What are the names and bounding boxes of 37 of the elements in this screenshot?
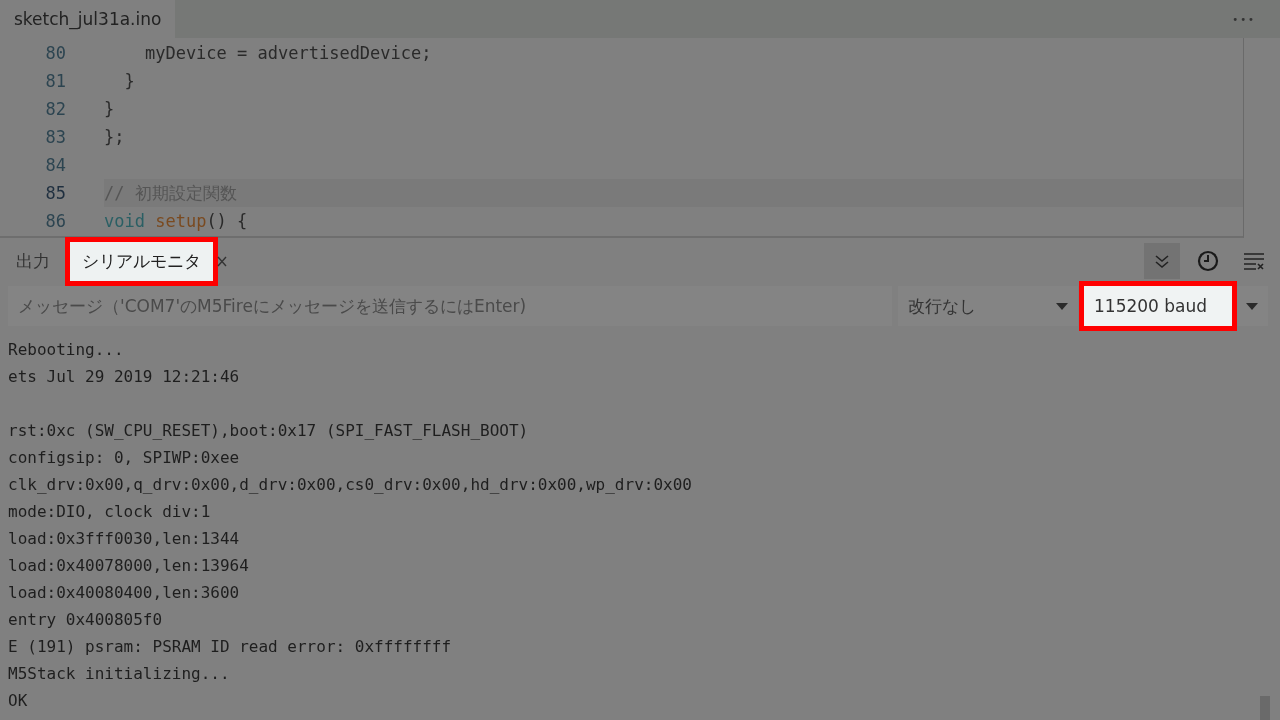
- line-number: 80: [44, 43, 66, 63]
- caret-icon: [1246, 302, 1258, 310]
- clock-icon: [1197, 250, 1219, 272]
- line-number: 81: [44, 71, 66, 91]
- output-line: load:0x40080400,len:3600: [8, 582, 240, 604]
- panel-tab[interactable]: 出力: [8, 243, 58, 279]
- output-line: E (191) psram: PSRAM ID read error: 0xffffffff: [8, 636, 452, 658]
- clear-list-icon: [1243, 252, 1265, 270]
- code-line: myDevice = advertisedDevice;: [143, 43, 432, 63]
- close-icon[interactable]: [217, 255, 227, 267]
- output-line: ets Jul 29 2019 12:21:46: [8, 366, 240, 388]
- output-line: entry 0x400805f0: [8, 609, 163, 631]
- file-tab[interactable]: sketch_jul31a.ino: [0, 0, 176, 38]
- line-number: 85: [44, 183, 66, 203]
- message-field[interactable]: メッセージ（'COM7'のM5Fireにメッセージを送信するにはEnter): [8, 286, 892, 326]
- output-line: load:0x40078000,len:13964: [8, 555, 249, 577]
- output-line: clk_drv:0x00,q_drv:0x00,d_drv:0x00,cs0_drv:0x00,hd_drv:0x00,wp_drv:0x00: [8, 474, 692, 496]
- output-line: M5Stack initializing...: [8, 663, 230, 685]
- caret-icon: [1056, 302, 1068, 310]
- autoscroll-button[interactable]: [1144, 243, 1180, 279]
- more-button[interactable]: •••: [1208, 0, 1280, 38]
- line-number: 86: [44, 211, 66, 231]
- code-line: }: [123, 71, 135, 91]
- code-line: }: [104, 99, 115, 119]
- output-line: configsip: 0, SPIWP:0xee: [8, 447, 240, 469]
- double-chevron-icon: [1154, 253, 1170, 269]
- code-line: void setup() {: [104, 211, 248, 231]
- output-line: mode:DIO, clock div:1: [8, 501, 211, 523]
- line-ending-dropdown[interactable]: 改行なし: [898, 286, 1078, 326]
- output-line: rst:0xc (SW_CPU_RESET),boot:0x17 (SPI_FAST_FLASH_BOOT): [8, 420, 529, 442]
- output-line: Rebooting...: [8, 339, 124, 361]
- output-line: OK: [8, 690, 28, 712]
- code-line: };: [104, 127, 125, 147]
- line-number: 84: [44, 155, 66, 175]
- line-number: 83: [44, 127, 66, 147]
- line-number: 82: [44, 99, 66, 119]
- output-line: load:0x3fff0030,len:1344: [8, 528, 240, 550]
